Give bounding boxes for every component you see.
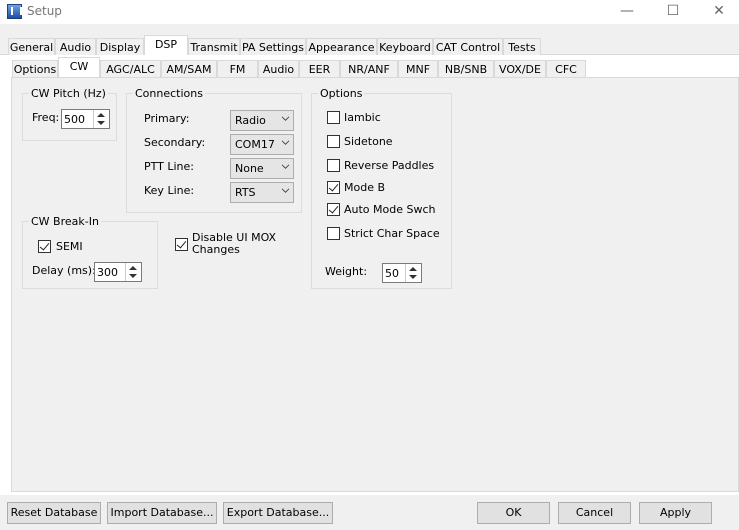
auto-mode-swch-checkbox[interactable] bbox=[327, 203, 340, 216]
sidetone-label[interactable]: Sidetone bbox=[344, 135, 393, 148]
chevron-down-icon[interactable] bbox=[129, 274, 137, 278]
options-title: Options bbox=[318, 87, 365, 100]
cancel-button[interactable]: Cancel bbox=[558, 502, 631, 524]
tab-cat-control[interactable]: CAT Control bbox=[433, 38, 503, 55]
delay-label: Delay (ms): bbox=[32, 264, 96, 277]
disable-mox-label[interactable]: Disable UI MOX Changes bbox=[192, 232, 276, 256]
chevron-down-icon bbox=[282, 164, 289, 169]
secondary-select[interactable]: COM17 bbox=[230, 134, 294, 155]
chevron-down-icon[interactable] bbox=[409, 275, 417, 279]
tab-display[interactable]: Display bbox=[96, 38, 144, 55]
weight-spin-buttons[interactable] bbox=[405, 264, 421, 282]
cw-break-in-group: CW Break-In SEMI Delay (ms): 300 bbox=[22, 215, 158, 289]
chevron-up-icon[interactable] bbox=[97, 113, 105, 117]
secondary-label: Secondary: bbox=[144, 136, 206, 149]
mode-b-label[interactable]: Mode B bbox=[344, 181, 385, 194]
subtab-am-sam[interactable]: AM/SAM bbox=[161, 60, 217, 77]
disable-mox-checkbox[interactable] bbox=[175, 238, 188, 251]
tab-transmit[interactable]: Transmit bbox=[188, 38, 240, 55]
subtab-cw[interactable]: CW bbox=[58, 57, 100, 77]
ptt-line-label: PTT Line: bbox=[144, 160, 195, 173]
ok-button[interactable]: OK bbox=[477, 502, 550, 524]
semi-checkbox[interactable] bbox=[38, 240, 51, 253]
subtab-eer[interactable]: EER bbox=[299, 60, 340, 77]
strict-char-space-checkbox[interactable] bbox=[327, 227, 340, 240]
freq-value: 500 bbox=[64, 113, 85, 126]
subtab-options[interactable]: Options bbox=[12, 60, 58, 77]
tab-pa-settings[interactable]: PA Settings bbox=[240, 38, 306, 55]
primary-select[interactable]: Radio bbox=[230, 110, 294, 131]
primary-label: Primary: bbox=[144, 112, 190, 125]
secondary-value: COM17 bbox=[235, 138, 275, 151]
subtab-audio[interactable]: Audio bbox=[258, 60, 299, 77]
tab-audio[interactable]: Audio bbox=[55, 38, 96, 55]
tab-tests[interactable]: Tests bbox=[503, 38, 541, 55]
auto-mode-swch-label[interactable]: Auto Mode Swch bbox=[344, 203, 436, 216]
title-bar: Setup — ☐ ✕ bbox=[0, 0, 739, 24]
ptt-line-value: None bbox=[235, 162, 264, 175]
apply-button[interactable]: Apply bbox=[639, 502, 712, 524]
close-button[interactable]: ✕ bbox=[696, 0, 739, 24]
cw-break-in-title: CW Break-In bbox=[29, 215, 101, 228]
connections-group: Connections Primary: Radio Secondary: CO… bbox=[126, 87, 302, 213]
app-icon bbox=[7, 4, 22, 19]
reverse-paddles-checkbox[interactable] bbox=[327, 159, 340, 172]
subtab-nr-anf[interactable]: NR/ANF bbox=[340, 60, 398, 77]
window-title: Setup bbox=[27, 4, 62, 18]
chevron-down-icon[interactable] bbox=[97, 121, 105, 125]
options-group: Options Iambic Sidetone Reverse Paddles … bbox=[311, 87, 452, 289]
weight-stepper[interactable]: 50 bbox=[382, 263, 422, 283]
key-line-label: Key Line: bbox=[144, 184, 195, 197]
ptt-line-select[interactable]: None bbox=[230, 158, 294, 179]
freq-spin-buttons[interactable] bbox=[93, 110, 109, 128]
maximize-button[interactable]: ☐ bbox=[650, 0, 696, 24]
weight-label: Weight: bbox=[325, 265, 368, 278]
subtab-fm[interactable]: FM bbox=[217, 60, 258, 77]
freq-stepper[interactable]: 500 bbox=[61, 109, 110, 129]
chevron-down-icon bbox=[282, 188, 289, 193]
delay-spin-buttons[interactable] bbox=[125, 263, 141, 281]
cw-pitch-title: CW Pitch (Hz) bbox=[29, 87, 108, 100]
tab-dsp[interactable]: DSP bbox=[144, 35, 188, 55]
subtab-nb-snb[interactable]: NB/SNB bbox=[438, 60, 494, 77]
connections-title: Connections bbox=[133, 87, 205, 100]
iambic-checkbox[interactable] bbox=[327, 111, 340, 124]
semi-label[interactable]: SEMI bbox=[56, 240, 83, 253]
subtab-mnf[interactable]: MNF bbox=[398, 60, 438, 77]
tab-appearance[interactable]: Appearance bbox=[306, 38, 377, 55]
import-database-button[interactable]: Import Database... bbox=[107, 502, 217, 524]
tab-general[interactable]: General bbox=[8, 38, 55, 55]
chevron-down-icon bbox=[282, 116, 289, 121]
key-line-value: RTS bbox=[235, 186, 256, 199]
reset-database-button[interactable]: Reset Database bbox=[7, 502, 101, 524]
freq-label: Freq: bbox=[32, 111, 60, 124]
minimize-button[interactable]: — bbox=[604, 0, 650, 24]
chevron-down-icon bbox=[282, 140, 289, 145]
main-tab-strip: General Audio Display DSP Transmit PA Se… bbox=[0, 35, 739, 58]
delay-value: 300 bbox=[97, 266, 118, 279]
subtab-agc-alc[interactable]: AGC/ALC bbox=[100, 60, 161, 77]
export-database-button[interactable]: Export Database... bbox=[223, 502, 333, 524]
primary-value: Radio bbox=[235, 114, 266, 127]
mode-b-checkbox[interactable] bbox=[327, 181, 340, 194]
strict-char-space-label[interactable]: Strict Char Space bbox=[344, 227, 440, 240]
sidetone-checkbox[interactable] bbox=[327, 135, 340, 148]
subtab-cfc[interactable]: CFC bbox=[546, 60, 586, 77]
cw-pitch-group: CW Pitch (Hz) Freq: 500 bbox=[22, 87, 117, 141]
chevron-up-icon[interactable] bbox=[409, 267, 417, 271]
chevron-up-icon[interactable] bbox=[129, 266, 137, 270]
weight-value: 50 bbox=[385, 267, 399, 280]
tab-keyboard[interactable]: Keyboard bbox=[377, 38, 433, 55]
key-line-select[interactable]: RTS bbox=[230, 182, 294, 203]
iambic-label[interactable]: Iambic bbox=[344, 111, 381, 124]
subtab-vox-de[interactable]: VOX/DE bbox=[494, 60, 546, 77]
disable-mox-label-line2: Changes bbox=[192, 243, 240, 256]
reverse-paddles-label[interactable]: Reverse Paddles bbox=[344, 159, 434, 172]
delay-stepper[interactable]: 300 bbox=[94, 262, 142, 282]
